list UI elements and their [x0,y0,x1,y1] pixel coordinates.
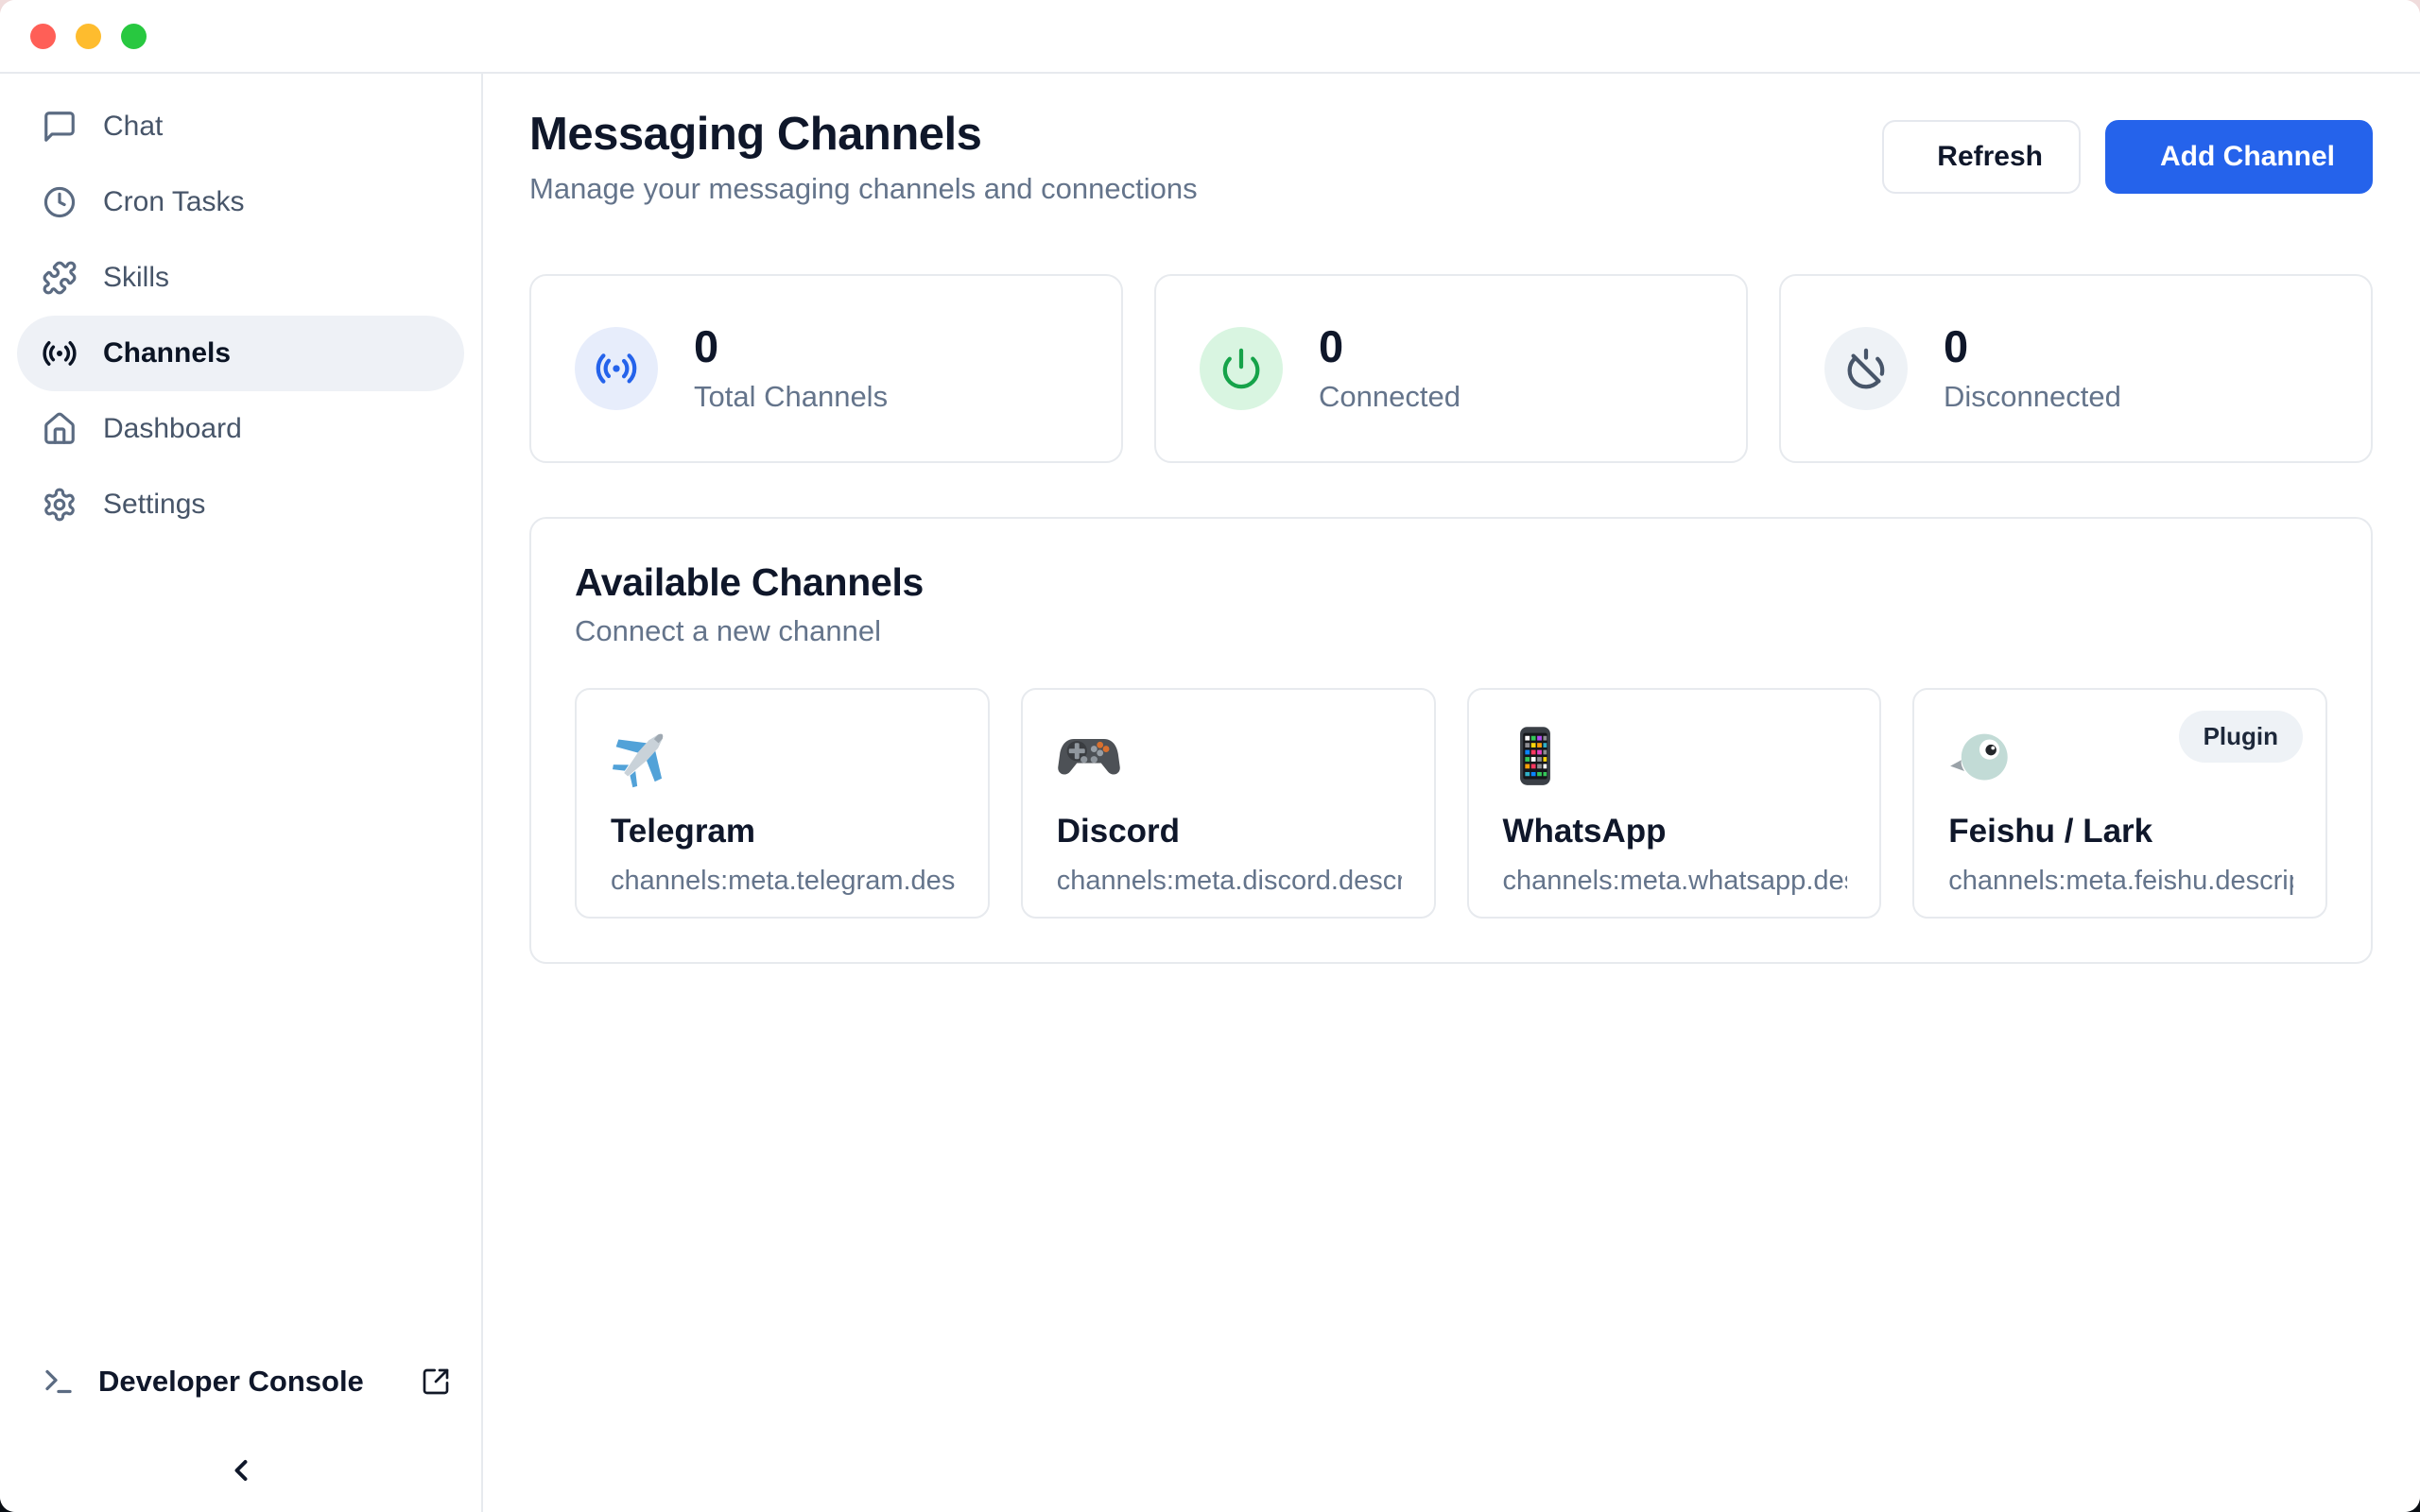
page-title: Messaging Channels [529,108,1198,161]
channel-name: Feishu / Lark [1948,813,2293,850]
stat-label: Total Channels [694,380,888,414]
sidebar: Chat Cron Tasks Skills Channels Dashboar… [0,74,483,1512]
channel-description: channels:meta.whatsapp.description [1503,866,1848,897]
stat-card-total-channels: 0 Total Channels [529,274,1123,463]
refresh-button[interactable]: Refresh [1882,120,2081,194]
sidebar-item-dashboard[interactable]: Dashboard [17,391,464,467]
traffic-light-zoom[interactable] [121,24,147,49]
stat-label: Disconnected [1944,380,2121,414]
available-channels-title: Available Channels [575,560,2327,605]
mobile-phone-emoji [1503,724,1848,788]
gear-icon [42,487,78,523]
channel-description: channels:meta.discord.description [1057,866,1402,897]
sidebar-item-skills[interactable]: Skills [17,240,464,316]
puzzle-icon [42,260,78,296]
power-off-icon [1844,347,1888,390]
sidebar-item-cron-tasks[interactable]: Cron Tasks [17,164,464,240]
stats-row: 0 Total Channels 0 Connected 0 Disconnec… [529,274,2373,463]
sidebar-item-settings[interactable]: Settings [17,467,464,542]
developer-console-link[interactable]: Developer Console [17,1353,464,1410]
channel-plugin-badge: Plugin [2179,711,2303,763]
traffic-lights [30,24,147,49]
page-subtitle: Manage your messaging channels and conne… [529,172,1198,206]
chevron-left-icon[interactable] [224,1453,258,1487]
terminal-icon [42,1365,76,1399]
sidebar-item-label: Skills [103,262,169,294]
sidebar-item-label: Channels [103,337,231,369]
available-channels-section: Available Channels Connect a new channel… [529,517,2373,964]
game-controller-emoji [1057,724,1402,788]
channel-card-discord[interactable]: Discord channels:meta.discord.descriptio… [1021,688,1436,919]
sidebar-footer: Developer Console [17,1353,464,1487]
channel-card-feishu-lark[interactable]: Plugin Feishu / Lark channels:meta.feish… [1912,688,2327,919]
app-window: Chat Cron Tasks Skills Channels Dashboar… [0,0,2420,1512]
stat-value: 0 [1944,323,2121,369]
developer-console-label: Developer Console [98,1365,364,1399]
stat-value: 0 [694,323,888,369]
channel-name: WhatsApp [1503,813,1848,850]
available-channels-subtitle: Connect a new channel [575,614,2327,648]
channel-description: channels:meta.telegram.description [611,866,956,897]
airplane-emoji [611,724,956,788]
stat-label: Connected [1319,380,1461,414]
sidebar-item-label: Settings [103,489,205,521]
traffic-light-minimize[interactable] [76,24,101,49]
sidebar-nav: Chat Cron Tasks Skills Channels Dashboar… [17,89,464,542]
broadcast-icon [595,347,638,390]
channel-description: channels:meta.feishu.description [1948,866,2293,897]
app-body: Chat Cron Tasks Skills Channels Dashboar… [0,74,2420,1512]
sidebar-item-channels[interactable]: Channels [17,316,464,391]
channel-grid: Telegram channels:meta.telegram.descript… [575,688,2327,919]
stat-card-disconnected: 0 Disconnected [1779,274,2373,463]
home-icon [42,411,78,447]
add-channel-button-label: Add Channel [2160,141,2335,173]
channel-card-telegram[interactable]: Telegram channels:meta.telegram.descript… [575,688,990,919]
external-link-icon [421,1366,451,1397]
broadcast-icon [42,335,78,371]
sidebar-item-label: Chat [103,111,163,143]
sidebar-item-chat[interactable]: Chat [17,89,464,164]
channel-name: Discord [1057,813,1402,850]
page-header: Messaging Channels Manage your messaging… [529,108,2373,206]
clock-icon [42,184,78,220]
add-channel-button[interactable]: Add Channel [2105,120,2373,194]
sidebar-item-label: Dashboard [103,413,242,445]
main-content: Messaging Channels Manage your messaging… [483,74,2420,1512]
titlebar [0,0,2420,74]
power-icon [1219,347,1263,390]
channel-card-whatsapp[interactable]: WhatsApp channels:meta.whatsapp.descript… [1467,688,1882,919]
chat-bubble-icon [42,109,78,145]
refresh-button-label: Refresh [1937,141,2043,173]
stat-value: 0 [1319,323,1461,369]
channel-name: Telegram [611,813,956,850]
sidebar-item-label: Cron Tasks [103,186,245,218]
traffic-light-close[interactable] [30,24,56,49]
stat-card-connected: 0 Connected [1154,274,1748,463]
